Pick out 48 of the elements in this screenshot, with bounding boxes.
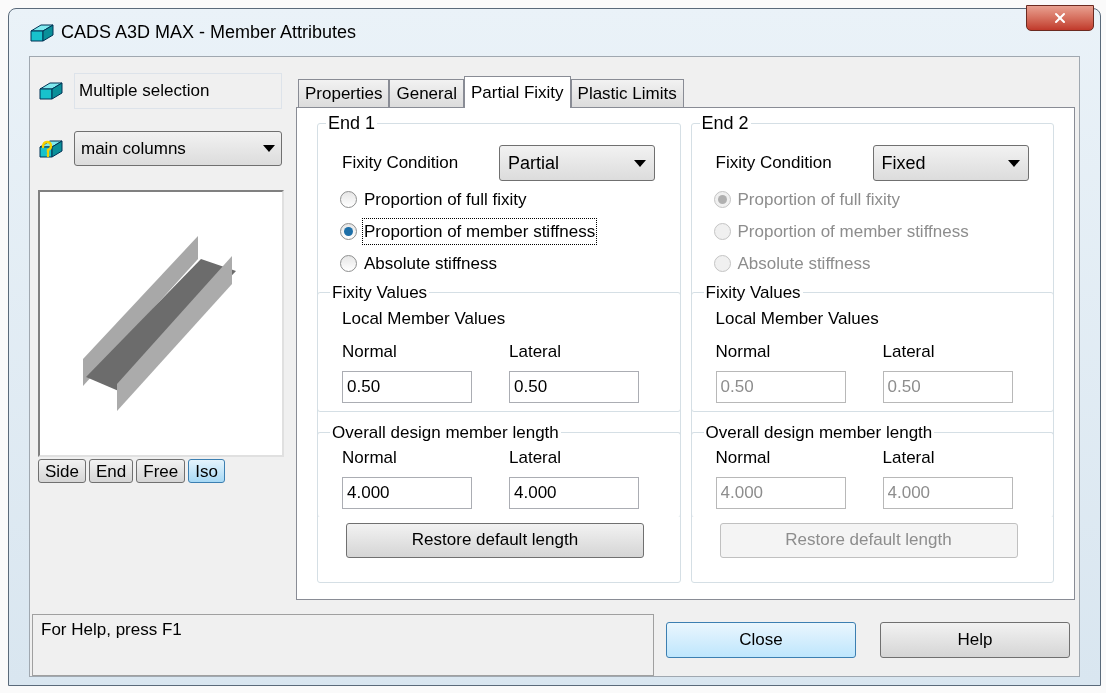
window-title: CADS A3D MAX - Member Attributes: [61, 21, 357, 44]
fixity-condition-dropdown[interactable]: Partial: [499, 145, 655, 181]
radio-option[interactable]: Proportion of member stiffness: [340, 217, 597, 246]
view-button[interactable]: End: [89, 459, 134, 483]
dialog-button[interactable]: Help: [880, 622, 1070, 658]
block-icon: [38, 81, 64, 101]
lateral-field[interactable]: 4.000: [509, 476, 639, 509]
normal-label: Normal: [342, 447, 398, 469]
normal-label: Normal: [715, 341, 772, 363]
caret-icon: [634, 159, 646, 167]
local-member-values-label: Local Member Values: [714, 307, 880, 330]
group-title: Fixity Values: [704, 282, 802, 304]
close-icon[interactable]: [1026, 5, 1094, 31]
status-message: For Help, press F1: [32, 614, 654, 676]
tab[interactable]: Partial Fixity: [463, 76, 571, 108]
caret-icon: [1007, 159, 1020, 167]
view-button[interactable]: Free: [136, 459, 186, 483]
fixity-condition-label: Fixity Condition: [342, 152, 460, 175]
lateral-label: Lateral: [882, 447, 936, 469]
tab[interactable]: Properties: [298, 79, 390, 107]
caret-icon: [263, 145, 275, 152]
group-title: End 2: [700, 112, 750, 135]
radio-option[interactable]: Proportion of full fixity: [340, 185, 528, 214]
view-button[interactable]: Iso: [188, 459, 225, 483]
restore-default-length-button[interactable]: Restore default length: [346, 522, 644, 558]
lateral-label: Lateral: [509, 341, 562, 363]
block-icon: [29, 22, 55, 43]
selection-display: Multiple selection: [74, 73, 282, 109]
tab[interactable]: General: [389, 79, 464, 107]
group-title: Overall design member length: [331, 421, 560, 444]
group-title: End 1: [327, 112, 377, 135]
normal-field[interactable]: 4.000: [342, 476, 472, 509]
group-title: Fixity Values: [331, 282, 429, 304]
lateral-label: Lateral: [509, 447, 562, 469]
dialog-button[interactable]: Close: [666, 622, 856, 658]
fixity-condition-label: Fixity Condition: [715, 152, 833, 175]
group-title: Overall design member length: [704, 421, 934, 444]
block-question-icon: [38, 138, 64, 159]
group-dropdown[interactable]: main columns: [74, 131, 282, 166]
view-button[interactable]: Side: [38, 459, 87, 483]
radio-option[interactable]: Absolute stiffness: [340, 249, 498, 278]
tab[interactable]: Plastic Limits: [570, 79, 684, 107]
normal-label: Normal: [715, 447, 772, 469]
lateral-field[interactable]: 0.50: [509, 370, 639, 403]
normal-label: Normal: [342, 341, 398, 363]
lateral-label: Lateral: [882, 341, 936, 363]
normal-field[interactable]: 0.50: [342, 370, 472, 403]
local-member-values-label: Local Member Values: [341, 307, 507, 330]
